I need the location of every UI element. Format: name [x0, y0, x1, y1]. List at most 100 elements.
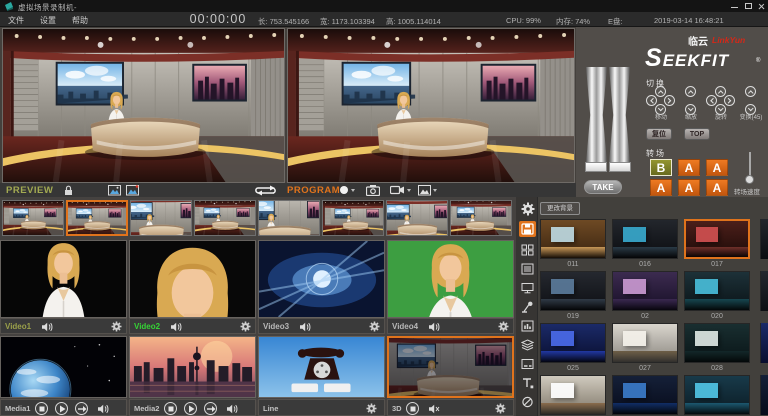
- top-button[interactable]: TOP: [684, 128, 710, 140]
- stop-button[interactable]: [164, 402, 177, 415]
- camera-angle-thumb[interactable]: [386, 200, 448, 236]
- program-monitor[interactable]: [287, 28, 575, 183]
- tbar-handle-right[interactable]: [609, 162, 631, 172]
- monitor-icon[interactable]: [519, 280, 536, 296]
- stop-button[interactable]: [406, 402, 419, 415]
- scene-card[interactable]: [684, 375, 750, 416]
- next-button[interactable]: [204, 402, 217, 415]
- speaker-icon[interactable]: [97, 404, 109, 414]
- menu-file[interactable]: 文件: [8, 15, 24, 26]
- move-right-button[interactable]: [664, 95, 675, 106]
- scene-card[interactable]: 028: [684, 323, 750, 374]
- rotate-left-button[interactable]: [706, 95, 717, 106]
- close-icon[interactable]: [757, 2, 766, 10]
- swap-icon[interactable]: [252, 185, 280, 196]
- gear-icon[interactable]: [369, 321, 380, 332]
- transition-a2-button[interactable]: A: [706, 159, 728, 176]
- video1-preview[interactable]: [0, 240, 127, 318]
- menu-settings[interactable]: 设置: [40, 15, 56, 26]
- camera-angle-thumb[interactable]: [130, 200, 192, 236]
- camera-angle-thumb[interactable]: [258, 200, 320, 236]
- transition-a5-button[interactable]: A: [706, 179, 728, 196]
- video1-bar: Video1: [0, 318, 127, 334]
- gear-icon[interactable]: [240, 321, 251, 332]
- scene-card[interactable]: 011: [540, 219, 606, 270]
- layers-icon[interactable]: [519, 337, 536, 353]
- layout-grid-icon[interactable]: [519, 242, 536, 258]
- stop-button[interactable]: [35, 402, 48, 415]
- gear-icon[interactable]: [498, 321, 509, 332]
- transition-b-button[interactable]: B: [650, 159, 672, 176]
- speaker-muted-icon[interactable]: [428, 404, 440, 414]
- playlist-icon[interactable]: [519, 261, 536, 277]
- camcorder-icon[interactable]: [390, 185, 405, 195]
- transition-speed-thumb[interactable]: [745, 175, 754, 184]
- media2-preview[interactable]: [129, 336, 256, 398]
- video2-preview[interactable]: [129, 240, 256, 318]
- tbar-handle-left[interactable]: [585, 162, 607, 172]
- record-menu-caret[interactable]: [351, 189, 355, 192]
- speaker-icon[interactable]: [226, 404, 238, 414]
- chart-icon[interactable]: [519, 318, 536, 334]
- video4-preview[interactable]: [387, 240, 514, 318]
- camera-angle-thumb[interactable]: [194, 200, 256, 236]
- scene-card[interactable]: 020: [684, 271, 750, 322]
- text-icon[interactable]: [519, 375, 536, 391]
- scene-card[interactable]: 019: [540, 271, 606, 322]
- camera-angle-thumb-selected[interactable]: [66, 200, 128, 236]
- image-icon[interactable]: [108, 185, 121, 196]
- image-add-icon[interactable]: [126, 185, 139, 196]
- transition-a4-button[interactable]: A: [678, 179, 700, 196]
- rotate-right-button[interactable]: [724, 95, 735, 106]
- camera-icon[interactable]: [366, 185, 380, 196]
- camera-angle-thumb[interactable]: [450, 200, 512, 236]
- next-button[interactable]: [75, 402, 88, 415]
- zoom-in-button[interactable]: [685, 86, 696, 97]
- maximize-icon[interactable]: [744, 2, 753, 10]
- camcorder-menu-caret[interactable]: [407, 189, 411, 192]
- scene-card[interactable]: [612, 375, 678, 416]
- rotate-up-button[interactable]: [715, 86, 726, 97]
- scene-card[interactable]: 02: [612, 271, 678, 322]
- camera-angle-thumb[interactable]: [322, 200, 384, 236]
- scene-card-selected[interactable]: 017: [684, 219, 750, 270]
- gear-icon[interactable]: [366, 403, 377, 414]
- transform-up-button[interactable]: [745, 86, 756, 97]
- play-button[interactable]: [55, 402, 68, 415]
- settings-icon[interactable]: [519, 201, 536, 217]
- scene-card[interactable]: 016: [612, 219, 678, 270]
- scene-card[interactable]: [540, 375, 606, 416]
- scene-card[interactable]: 025: [540, 323, 606, 374]
- media1-preview[interactable]: [0, 336, 127, 398]
- speaker-icon[interactable]: [170, 322, 182, 332]
- speaker-icon[interactable]: [428, 322, 440, 332]
- media3-preview[interactable]: [387, 336, 514, 398]
- move-up-button[interactable]: [655, 86, 666, 97]
- snapshot-menu-caret[interactable]: [433, 189, 437, 192]
- save-icon[interactable]: [519, 221, 536, 237]
- record-icon[interactable]: [339, 185, 349, 195]
- minimize-icon[interactable]: [730, 2, 739, 10]
- reset-button[interactable]: 复位: [646, 128, 672, 140]
- snapshot-icon[interactable]: [418, 185, 431, 196]
- lock-icon[interactable]: [64, 185, 73, 196]
- lamp-icon[interactable]: [519, 299, 536, 315]
- disable-icon[interactable]: [519, 394, 536, 410]
- speaker-icon[interactable]: [41, 322, 53, 332]
- transition-a1-button[interactable]: A: [678, 159, 700, 176]
- play-button[interactable]: [184, 402, 197, 415]
- camera-angle-thumb[interactable]: [2, 200, 64, 236]
- gear-icon[interactable]: [111, 321, 122, 332]
- caption-icon[interactable]: [519, 356, 536, 372]
- video3-preview[interactable]: [258, 240, 385, 318]
- take-button[interactable]: TAKE: [584, 180, 622, 194]
- change-background-tab[interactable]: 更改背景: [540, 202, 580, 215]
- scene-card[interactable]: 027: [612, 323, 678, 374]
- preview-monitor[interactable]: [2, 28, 285, 183]
- speaker-icon[interactable]: [299, 322, 311, 332]
- transition-a3-button[interactable]: A: [650, 179, 672, 196]
- move-left-button[interactable]: [646, 95, 657, 106]
- line-preview[interactable]: [258, 336, 385, 398]
- menu-help[interactable]: 帮助: [72, 15, 88, 26]
- gear-icon[interactable]: [495, 403, 506, 414]
